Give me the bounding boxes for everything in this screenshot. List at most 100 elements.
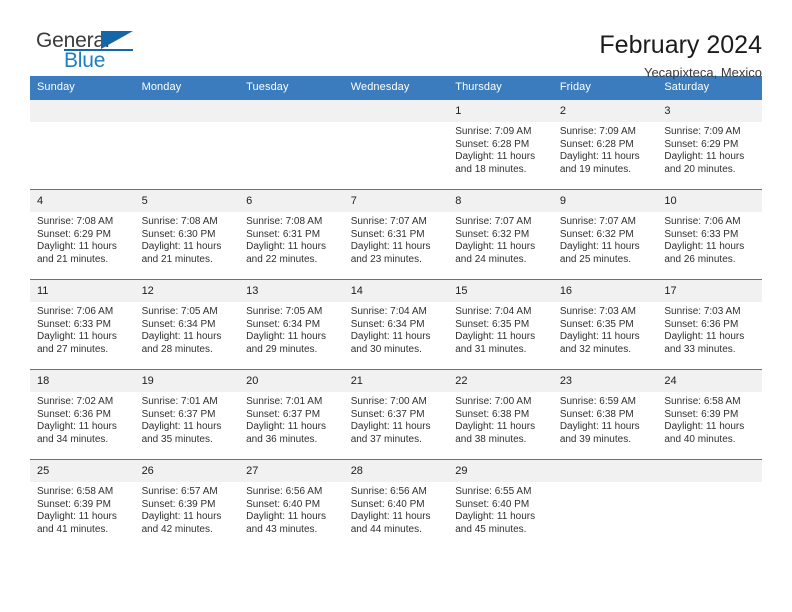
sunrise-text: Sunrise: 7:06 AM xyxy=(37,306,114,317)
day-cell-inner: 27 Sunrise: 6:56 AM Sunset: 6:40 PM Dayligh… xyxy=(239,460,344,549)
day-cell-inner: 11 Sunrise: 7:06 AM Sunset: 6:33 PM Dayligh… xyxy=(30,280,135,369)
day-cell-inner: 8 Sunrise: 7:07 AM Sunset: 6:32 PM Daylight… xyxy=(448,190,553,279)
logo-triangle-icon xyxy=(101,31,133,49)
sunset-text: Sunset: 6:39 PM xyxy=(141,498,216,510)
day-number xyxy=(134,100,240,122)
sunrise-text: Sunrise: 7:04 AM xyxy=(350,306,427,317)
calendar-day-cell[interactable]: 17 Sunrise: 7:03 AM Sunset: 6:36 PM Dayligh… xyxy=(657,279,762,370)
sunset-text: Sunset: 6:33 PM xyxy=(664,228,739,240)
day-details: Sunrise: 7:07 AM Sunset: 6:32 PM Daylight:… xyxy=(553,212,658,266)
day-details xyxy=(657,482,762,486)
calendar-day-cell[interactable]: 7 Sunrise: 7:07 AM Sunset: 6:31 PM Daylight… xyxy=(343,189,449,280)
calendar-day-cell[interactable]: 22 Sunrise: 7:00 AM Sunset: 6:38 PM Dayligh… xyxy=(448,369,553,460)
day-number: 13 xyxy=(239,280,344,302)
day-details: Sunrise: 6:56 AM Sunset: 6:40 PM Daylight:… xyxy=(344,482,449,536)
calendar-day-cell[interactable]: 21 Sunrise: 7:00 AM Sunset: 6:37 PM Dayligh… xyxy=(343,369,449,460)
daylight-text-line1: Daylight: 11 hours xyxy=(559,421,640,433)
daylight-text-line2: and 23 minutes. xyxy=(350,253,422,265)
page-subtitle: Yecapixteca, Mexico xyxy=(643,65,762,80)
calendar-day-cell[interactable]: 25 Sunrise: 6:58 AM Sunset: 6:39 PM Dayligh… xyxy=(30,459,135,549)
day-number: 2 xyxy=(552,100,658,122)
daylight-text-line2: and 19 minutes. xyxy=(559,163,631,175)
daylight-text-line1: Daylight: 11 hours xyxy=(37,421,117,433)
calendar-day-cell[interactable]: 26 Sunrise: 6:57 AM Sunset: 6:39 PM Dayligh… xyxy=(134,459,240,549)
day-details: Sunrise: 7:05 AM Sunset: 6:34 PM Daylight:… xyxy=(135,302,240,356)
day-details: Sunrise: 7:07 AM Sunset: 6:32 PM Daylight:… xyxy=(448,212,553,266)
calendar-day-cell[interactable]: 1 Sunrise: 7:09 AM Sunset: 6:28 PM Daylight… xyxy=(448,99,553,190)
calendar-day-cell[interactable]: 6 Sunrise: 7:08 AM Sunset: 6:31 PM Daylight… xyxy=(239,189,344,280)
day-number: 12 xyxy=(134,280,240,302)
day-cell-inner: 7 Sunrise: 7:07 AM Sunset: 6:31 PM Daylight… xyxy=(343,190,449,279)
daylight-text-line2: and 21 minutes. xyxy=(37,253,109,265)
day-number: 26 xyxy=(134,460,240,482)
day-details xyxy=(239,122,344,126)
calendar-day-cell[interactable]: 15 Sunrise: 7:04 AM Sunset: 6:35 PM Dayligh… xyxy=(448,279,553,370)
calendar-week-row: 1 Sunrise: 7:09 AM Sunset: 6:28 PM Daylight… xyxy=(30,99,762,190)
day-details: Sunrise: 7:08 AM Sunset: 6:30 PM Daylight:… xyxy=(135,212,240,266)
sunrise-text: Sunrise: 6:56 AM xyxy=(246,486,323,497)
sunrise-text: Sunrise: 7:05 AM xyxy=(141,306,218,317)
calendar-day-cell[interactable]: 20 Sunrise: 7:01 AM Sunset: 6:37 PM Dayligh… xyxy=(239,369,344,460)
day-details: Sunrise: 7:07 AM Sunset: 6:31 PM Daylight:… xyxy=(344,212,449,266)
daylight-text-line1: Daylight: 11 hours xyxy=(559,331,640,343)
daylight-text-line1: Daylight: 11 hours xyxy=(664,151,745,163)
calendar-day-cell[interactable]: 12 Sunrise: 7:05 AM Sunset: 6:34 PM Dayligh… xyxy=(134,279,240,370)
general-blue-logo[interactable]: General Blue xyxy=(30,28,150,76)
day-cell-inner xyxy=(30,100,135,189)
calendar-day-cell[interactable]: 16 Sunrise: 7:03 AM Sunset: 6:35 PM Dayligh… xyxy=(552,279,658,370)
sunset-text: Sunset: 6:37 PM xyxy=(246,408,321,420)
day-number: 8 xyxy=(448,190,553,212)
calendar-day-cell[interactable]: 10 Sunrise: 7:06 AM Sunset: 6:33 PM Dayligh… xyxy=(657,189,762,280)
day-cell-inner: 13 Sunrise: 7:05 AM Sunset: 6:34 PM Dayligh… xyxy=(239,280,344,369)
day-details xyxy=(135,122,240,126)
calendar-day-cell[interactable]: 19 Sunrise: 7:01 AM Sunset: 6:37 PM Dayligh… xyxy=(134,369,240,460)
day-cell-inner: 25 Sunrise: 6:58 AM Sunset: 6:39 PM Dayligh… xyxy=(30,460,135,549)
daylight-text-line2: and 25 minutes. xyxy=(559,253,631,265)
calendar-day-cell[interactable]: 8 Sunrise: 7:07 AM Sunset: 6:32 PM Daylight… xyxy=(448,189,553,280)
calendar-day-cell[interactable]: 23 Sunrise: 6:59 AM Sunset: 6:38 PM Dayligh… xyxy=(552,369,658,460)
daylight-text-line2: and 24 minutes. xyxy=(455,253,527,265)
sunset-text: Sunset: 6:34 PM xyxy=(246,318,321,330)
day-number: 14 xyxy=(343,280,449,302)
sunset-text: Sunset: 6:40 PM xyxy=(455,498,530,510)
calendar-day-cell[interactable]: 9 Sunrise: 7:07 AM Sunset: 6:32 PM Daylight… xyxy=(552,189,658,280)
day-number: 23 xyxy=(552,370,658,392)
daylight-text-line2: and 32 minutes. xyxy=(559,343,631,355)
calendar-day-cell[interactable]: 11 Sunrise: 7:06 AM Sunset: 6:33 PM Dayligh… xyxy=(30,279,135,370)
calendar-day-cell[interactable]: 27 Sunrise: 6:56 AM Sunset: 6:40 PM Dayligh… xyxy=(239,459,344,549)
sunset-text: Sunset: 6:40 PM xyxy=(246,498,321,510)
day-details: Sunrise: 7:03 AM Sunset: 6:35 PM Daylight:… xyxy=(553,302,658,356)
day-details xyxy=(553,482,658,486)
sunrise-text: Sunrise: 6:55 AM xyxy=(455,486,532,497)
daylight-text-line2: and 42 minutes. xyxy=(141,523,213,535)
day-details: Sunrise: 7:04 AM Sunset: 6:35 PM Daylight:… xyxy=(448,302,553,356)
day-number xyxy=(239,100,344,122)
day-cell-inner: 9 Sunrise: 7:07 AM Sunset: 6:32 PM Daylight… xyxy=(552,190,658,279)
daylight-text-line1: Daylight: 11 hours xyxy=(350,421,431,433)
sunset-text: Sunset: 6:36 PM xyxy=(37,408,111,420)
day-number: 7 xyxy=(343,190,449,212)
day-number: 19 xyxy=(134,370,240,392)
daylight-text-line1: Daylight: 11 hours xyxy=(141,511,222,523)
daylight-text-line2: and 41 minutes. xyxy=(37,523,109,535)
calendar-day-cell[interactable]: 18 Sunrise: 7:02 AM Sunset: 6:36 PM Dayligh… xyxy=(30,369,135,460)
calendar-day-cell[interactable]: 4 Sunrise: 7:08 AM Sunset: 6:29 PM Daylight… xyxy=(30,189,135,280)
calendar-day-cell[interactable]: 29 Sunrise: 6:55 AM Sunset: 6:40 PM Dayligh… xyxy=(448,459,553,549)
day-number: 25 xyxy=(30,460,135,482)
calendar-day-cell[interactable]: 5 Sunrise: 7:08 AM Sunset: 6:30 PM Daylight… xyxy=(134,189,240,280)
calendar-day-cell[interactable]: 28 Sunrise: 6:56 AM Sunset: 6:40 PM Dayligh… xyxy=(343,459,449,549)
day-details: Sunrise: 6:58 AM Sunset: 6:39 PM Daylight:… xyxy=(30,482,135,536)
sunset-text: Sunset: 6:28 PM xyxy=(455,138,530,150)
page-title: February 2024 xyxy=(599,31,762,59)
calendar-day-cell[interactable]: 2 Sunrise: 7:09 AM Sunset: 6:28 PM Daylight… xyxy=(552,99,658,190)
calendar-day-cell[interactable]: 3 Sunrise: 7:09 AM Sunset: 6:29 PM Daylight… xyxy=(657,99,762,190)
day-cell-inner xyxy=(552,460,658,549)
calendar-day-cell[interactable]: 14 Sunrise: 7:04 AM Sunset: 6:34 PM Dayligh… xyxy=(343,279,449,370)
day-number: 21 xyxy=(343,370,449,392)
day-details: Sunrise: 6:56 AM Sunset: 6:40 PM Daylight:… xyxy=(239,482,344,536)
sunrise-text: Sunrise: 7:04 AM xyxy=(455,306,532,317)
calendar-week-row: 11 Sunrise: 7:06 AM Sunset: 6:33 PM Dayligh… xyxy=(30,279,762,370)
calendar-day-cell[interactable]: 24 Sunrise: 6:58 AM Sunset: 6:39 PM Dayligh… xyxy=(657,369,762,460)
calendar-day-cell[interactable]: 13 Sunrise: 7:05 AM Sunset: 6:34 PM Dayligh… xyxy=(239,279,344,370)
day-details: Sunrise: 7:01 AM Sunset: 6:37 PM Daylight:… xyxy=(239,392,344,446)
